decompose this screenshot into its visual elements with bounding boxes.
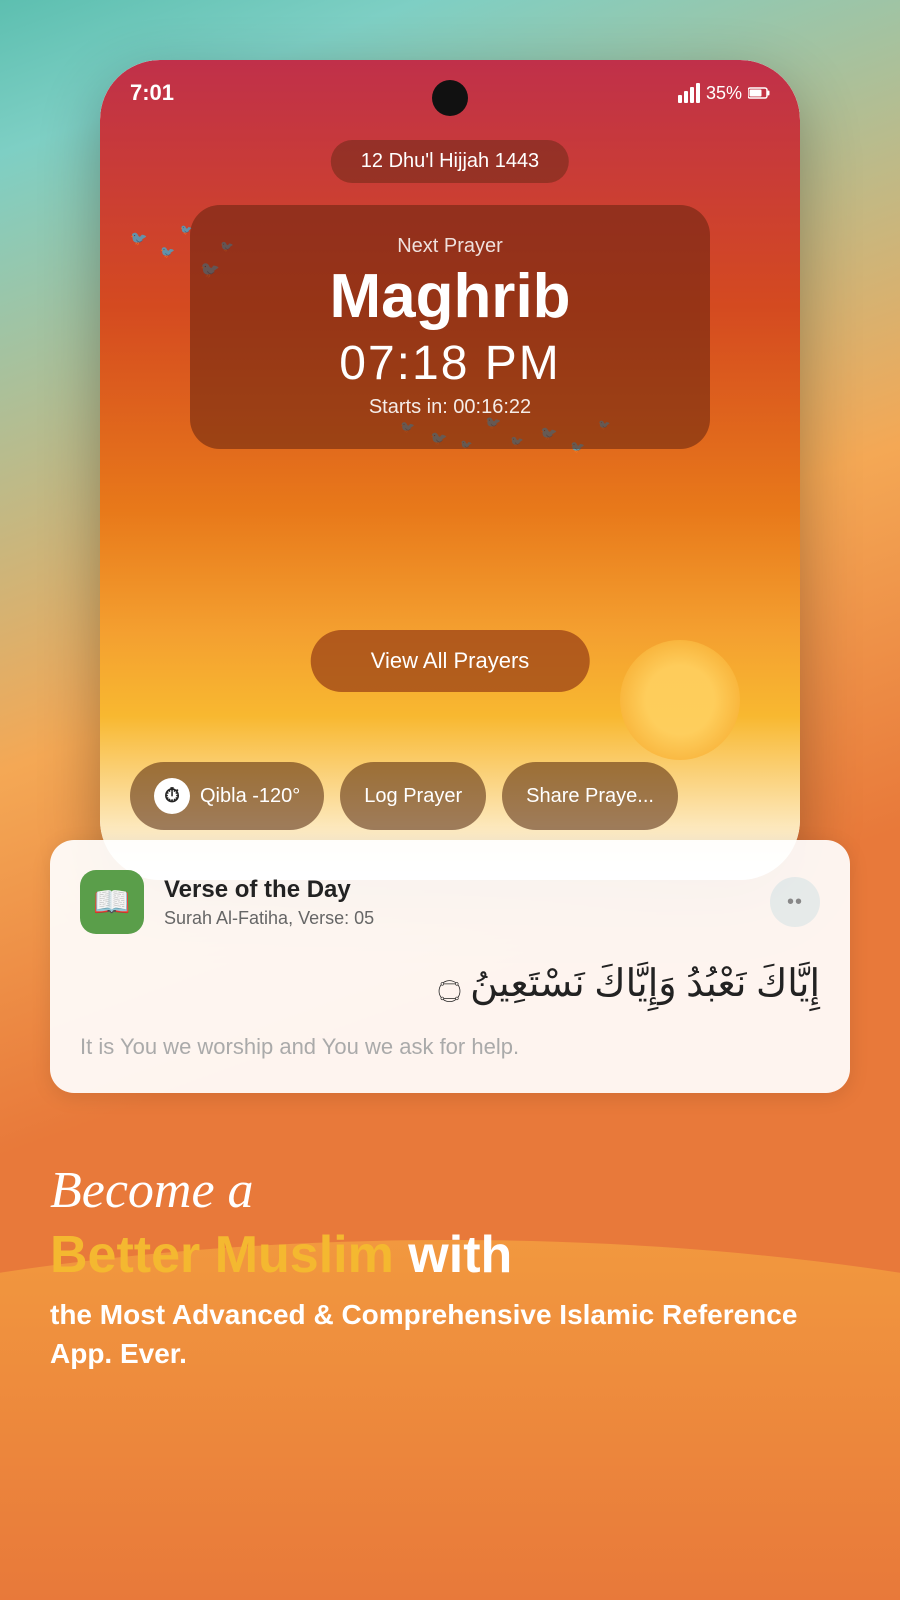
compass-icon: ⏱	[154, 778, 190, 814]
prayer-time: 07:18 PM	[240, 336, 660, 391]
become-a-text: Become a	[50, 1160, 850, 1222]
verse-translation: It is You we worship and You we ask for …	[80, 1030, 820, 1063]
status-right: 35%	[678, 83, 770, 104]
action-buttons-row: ⏱ Qibla -120° Log Prayer Share Praye...	[100, 762, 800, 830]
next-prayer-label: Next Prayer	[240, 235, 660, 258]
camera-notch	[432, 80, 468, 116]
better-muslim-line: Better Muslim with	[50, 1227, 850, 1284]
verse-card-header: 📖 Verse of the Day Surah Al-Fatiha, Vers…	[80, 870, 820, 934]
phone-screen: 7:01 35% 🐦 🐦	[100, 60, 800, 880]
signal-bar-4	[696, 83, 700, 103]
signal-bar-2	[684, 91, 688, 103]
signal-icon	[678, 83, 700, 103]
view-all-prayers-label: View All Prayers	[371, 648, 530, 673]
tagline-subtitle: the Most Advanced & Comprehensive Islami…	[50, 1295, 850, 1373]
quran-icon: 📖	[80, 870, 144, 934]
view-all-prayers-button[interactable]: View All Prayers	[311, 630, 590, 692]
better-muslim-text: Better Muslim	[50, 1226, 394, 1284]
quran-icon-symbol: 📖	[93, 885, 130, 920]
battery-percent: 35%	[706, 83, 742, 104]
arabic-verse-text: إِيَّاكَ نَعْبُدُ وَإِيَّاكَ نَسْتَعِينُ…	[80, 954, 820, 1015]
log-prayer-label: Log Prayer	[364, 785, 462, 808]
verse-more-button[interactable]: ••	[770, 877, 820, 927]
verse-title: Verse of the Day	[164, 876, 374, 904]
date-text: 12 Dhu'l Hijjah 1443	[361, 150, 539, 172]
verse-card: 📖 Verse of the Day Surah Al-Fatiha, Vers…	[50, 840, 850, 1093]
share-prayer-button[interactable]: Share Praye...	[502, 762, 678, 830]
prayer-card: Next Prayer Maghrib 07:18 PM Starts in: …	[190, 205, 710, 449]
phone-frame: 7:01 35% 🐦 🐦	[100, 60, 800, 880]
compass-needle: ⏱	[164, 785, 180, 808]
log-prayer-button[interactable]: Log Prayer	[340, 762, 486, 830]
with-text: with	[408, 1226, 512, 1284]
verse-card-left: 📖 Verse of the Day Surah Al-Fatiha, Vers…	[80, 870, 374, 934]
starts-in: Starts in: 00:16:22	[240, 396, 660, 419]
sun-decoration	[620, 640, 740, 760]
signal-bar-3	[690, 87, 694, 103]
signal-bar-1	[678, 95, 682, 103]
tagline-section: Become a Better Muslim with the Most Adv…	[50, 1160, 850, 1373]
status-time: 7:01	[130, 80, 174, 106]
date-pill: 12 Dhu'l Hijjah 1443	[331, 140, 569, 183]
more-dots-icon: ••	[787, 891, 803, 914]
prayer-name: Maghrib	[240, 263, 660, 331]
share-prayer-label: Share Praye...	[526, 785, 654, 808]
qibla-button[interactable]: ⏱ Qibla -120°	[130, 762, 324, 830]
verse-subtitle: Surah Al-Fatiha, Verse: 05	[164, 908, 374, 929]
battery-icon	[748, 87, 770, 99]
qibla-label: Qibla -120°	[200, 785, 300, 808]
verse-card-info: Verse of the Day Surah Al-Fatiha, Verse:…	[164, 876, 374, 929]
